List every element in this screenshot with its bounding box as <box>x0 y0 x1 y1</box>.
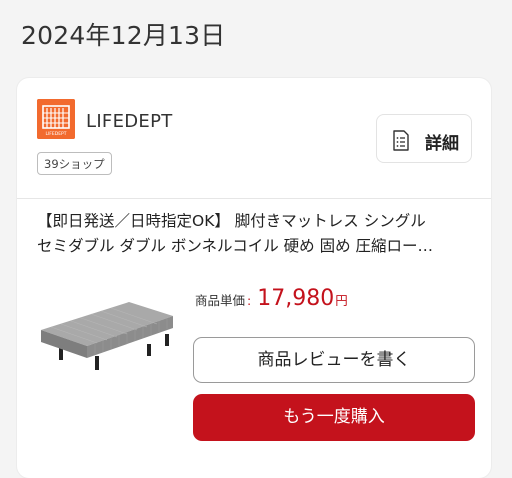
divider <box>17 198 491 199</box>
price-value: 17,980 <box>257 286 335 311</box>
product-title[interactable]: 【即日発送／日時指定OK】 脚付きマットレス シングル セミダブル ダブル ボン… <box>37 209 477 259</box>
price-unit: 円 <box>335 293 348 308</box>
document-icon <box>392 130 410 155</box>
product-title-line: セミダブル ダブル ボンネルコイル 硬め 固め 圧縮ロー… <box>37 237 434 255</box>
write-review-button[interactable]: 商品レビューを書く <box>193 337 475 383</box>
product-image[interactable] <box>37 278 177 378</box>
order-date-heading: 2024年12月13日 <box>21 21 226 50</box>
shop-badge: 39ショップ <box>37 152 112 175</box>
price-label: 商品単価 <box>195 293 246 308</box>
logo-text: LIFEDEPT <box>45 131 66 137</box>
detail-button-label: 詳細 <box>425 134 459 154</box>
product-title-line: 【即日発送／日時指定OK】 脚付きマットレス シングル <box>37 212 426 230</box>
order-card: LIFEDEPT LIFEDEPT 39ショップ 詳細 【即日発送／日時指定OK… <box>17 78 491 478</box>
price-colon: : <box>247 293 252 308</box>
detail-button[interactable]: 詳細 <box>376 114 472 163</box>
unit-price: 商品単価:17,980円 <box>195 286 348 311</box>
shop-logo[interactable]: LIFEDEPT <box>37 99 75 139</box>
buy-again-button[interactable]: もう一度購入 <box>193 394 475 441</box>
shop-name[interactable]: LIFEDEPT <box>86 111 173 132</box>
